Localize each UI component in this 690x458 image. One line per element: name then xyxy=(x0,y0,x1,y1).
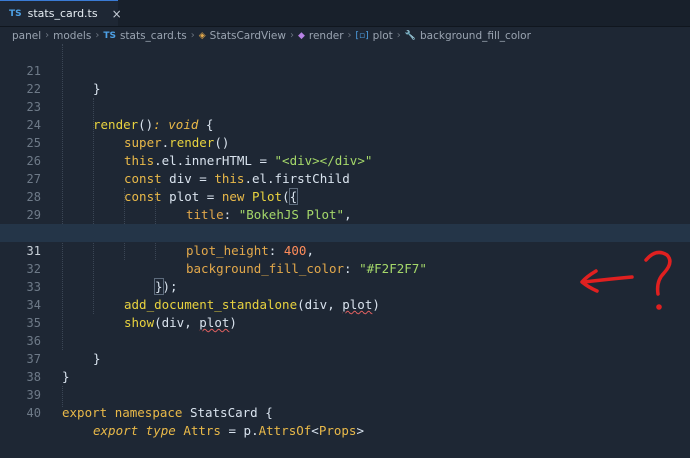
annotation-question-curve xyxy=(644,250,672,296)
code-line[interactable]: 38 xyxy=(0,350,690,384)
code-editor[interactable]: 21 } 22 23 render(): void { 24 super.ren… xyxy=(0,44,690,438)
annotation-arrow-question-mark xyxy=(580,250,672,310)
breadcrumb-separator: › xyxy=(289,30,294,41)
code-line[interactable]: 40 export type Attrs = p.AttrsOf<Props> xyxy=(0,386,690,438)
code-line[interactable]: 28 title: "BokehJS Plot", xyxy=(0,170,690,222)
code-line[interactable]: 23 render(): void { xyxy=(0,80,690,132)
tab-label: stats_card.ts xyxy=(27,7,98,20)
breadcrumb-separator: › xyxy=(95,30,100,41)
code-line[interactable]: 37 } xyxy=(0,332,690,384)
annotation-arrow xyxy=(582,275,634,284)
code-line[interactable]: 22 xyxy=(0,62,690,96)
code-line[interactable]: 24 super.render() xyxy=(0,98,690,150)
tab-bar: TS stats_card.ts × xyxy=(0,0,690,27)
breadcrumb-separator: › xyxy=(347,30,352,41)
tab-stats-card[interactable]: TS stats_card.ts × xyxy=(0,0,122,26)
close-icon[interactable]: × xyxy=(112,7,122,21)
breadcrumb-item-panel[interactable]: panel xyxy=(12,30,41,42)
breadcrumb-separator: › xyxy=(45,30,50,41)
code-line[interactable]: 26 const div = this.el.firstChild xyxy=(0,134,690,186)
breadcrumb-item-property[interactable]: background_fill_color xyxy=(420,30,531,42)
code-line[interactable]: 30 plot_height: 400, xyxy=(0,206,690,258)
breadcrumb-item-class[interactable]: StatsCardView xyxy=(210,30,286,42)
breadcrumb-item-variable[interactable]: plot xyxy=(373,30,393,42)
breadcrumb-item-file[interactable]: stats_card.ts xyxy=(120,30,187,42)
code-line[interactable]: 36 } xyxy=(0,314,690,366)
breadcrumb: panel › models › TS stats_card.ts › ◈ St… xyxy=(0,27,690,44)
method-icon: ◆ xyxy=(297,30,305,41)
code-line[interactable]: 29 plot_width: 400, xyxy=(0,188,690,240)
breadcrumb-separator: › xyxy=(190,30,195,41)
typescript-file-icon: TS xyxy=(9,8,22,19)
breadcrumb-item-method[interactable]: render xyxy=(309,30,344,42)
code-line[interactable]: 21 } xyxy=(0,44,690,96)
code-line-highlighted[interactable]: 31 background_fill_color: "#F2F2F7" xyxy=(0,224,690,276)
annotation-question-dot xyxy=(656,304,662,310)
ts-file-icon: TS xyxy=(103,30,116,41)
breadcrumb-separator: › xyxy=(396,30,401,41)
code-line[interactable]: 39 export namespace StatsCard { xyxy=(0,368,690,420)
code-line[interactable]: 27 const plot = new Plot({ xyxy=(0,152,690,205)
field-icon: [▫] xyxy=(355,30,369,41)
class-icon: ◈ xyxy=(198,30,206,41)
wrench-icon: 🔧 xyxy=(404,30,416,41)
code-line[interactable]: 25 this.el.innerHTML = "<div></div>" xyxy=(0,116,690,168)
breadcrumb-item-models[interactable]: models xyxy=(53,30,91,42)
